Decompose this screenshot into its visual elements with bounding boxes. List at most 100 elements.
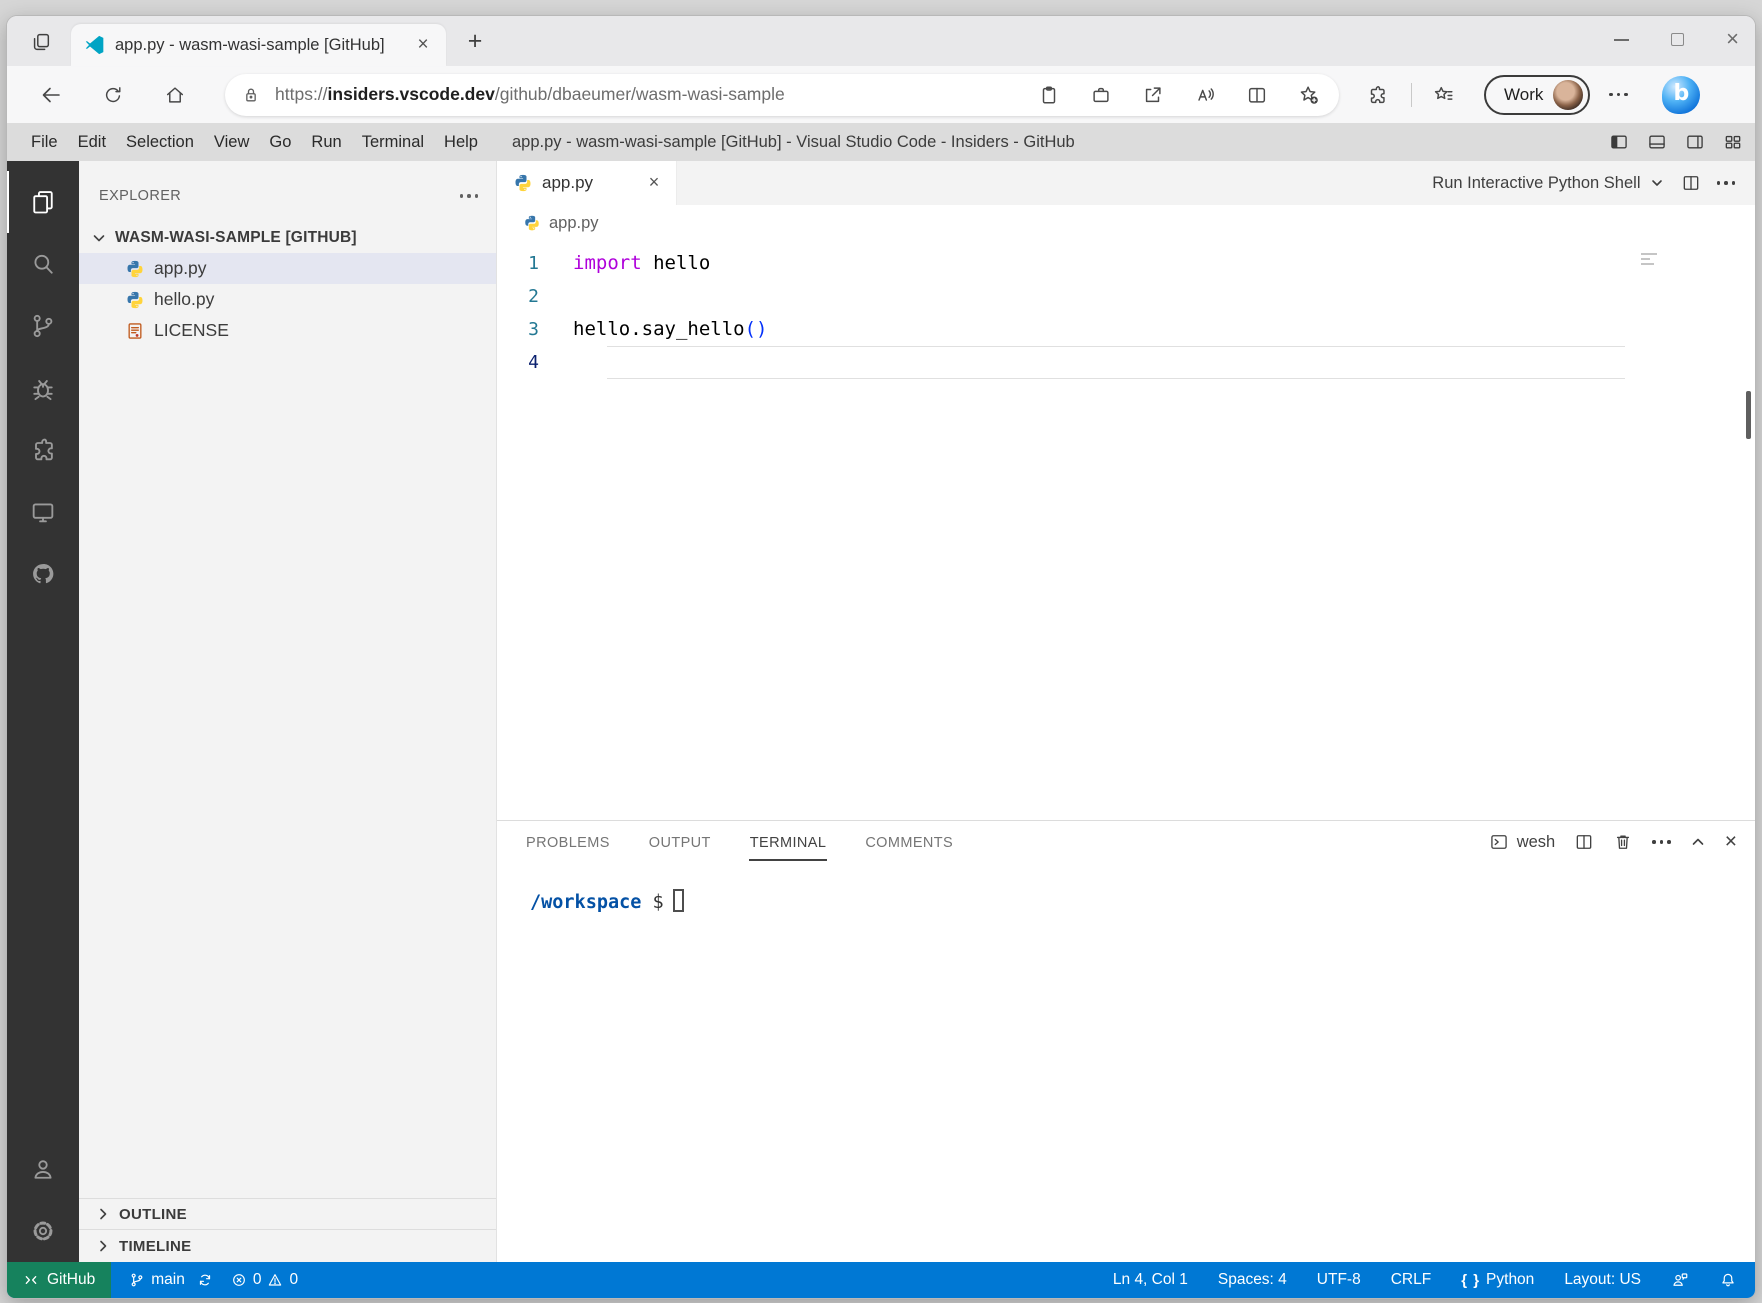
terminal[interactable]: /workspace $	[497, 863, 1755, 1262]
file-row-app-py[interactable]: app.py	[79, 253, 496, 284]
activitybar-accounts[interactable]	[7, 1138, 79, 1200]
menu-terminal[interactable]: Terminal	[352, 127, 434, 157]
explorer-section-header[interactable]: WASM-WASI-SAMPLE [GITHUB]	[79, 223, 496, 253]
home-button[interactable]	[153, 73, 197, 117]
menu-file[interactable]: File	[21, 127, 68, 157]
panel-more-button[interactable]	[1652, 840, 1671, 844]
window-maximize-button[interactable]	[1671, 32, 1685, 46]
toggle-panel-icon[interactable]	[1647, 132, 1667, 152]
profile-label: Work	[1504, 84, 1544, 104]
editor-tab-close-button[interactable]: ×	[642, 171, 666, 195]
window-controls: ×	[1614, 26, 1739, 52]
favorites-bar-button[interactable]	[1422, 73, 1466, 117]
eol-status[interactable]: CRLF	[1391, 1271, 1431, 1289]
address-bar[interactable]: https://insiders.vscode.dev/github/dbaeu…	[225, 73, 1339, 116]
run-shell-action[interactable]: Run Interactive Python Shell	[1432, 174, 1640, 193]
clipboard-button[interactable]	[1029, 76, 1069, 114]
terminal-icon[interactable]	[1489, 832, 1509, 852]
browser-settings-button[interactable]	[1596, 73, 1640, 117]
bing-discover-button[interactable]: b	[1662, 75, 1701, 114]
problems-status[interactable]: 0 0	[231, 1271, 298, 1289]
activitybar-github[interactable]	[7, 543, 79, 605]
tab-output[interactable]: OUTPUT	[648, 823, 712, 861]
kill-terminal-icon[interactable]	[1613, 832, 1633, 852]
timeline-label: TIMELINE	[119, 1237, 192, 1255]
toggle-secondary-sidebar-icon[interactable]	[1685, 132, 1705, 152]
timeline-section[interactable]: TIMELINE	[79, 1229, 496, 1262]
browser-extensions-button[interactable]	[1355, 73, 1399, 117]
profile-button[interactable]: Work	[1484, 74, 1591, 115]
read-aloud-button[interactable]	[1185, 76, 1225, 114]
toolbar-divider	[1411, 82, 1412, 107]
url-text[interactable]: https://insiders.vscode.dev/github/dbaeu…	[275, 84, 1017, 105]
window-minimize-button[interactable]	[1614, 39, 1630, 41]
line-number: 4	[528, 352, 539, 373]
activitybar-settings[interactable]	[7, 1200, 79, 1262]
file-row-license[interactable]: LICENSE	[79, 315, 496, 346]
menu-selection[interactable]: Selection	[116, 127, 204, 157]
split-terminal-icon[interactable]	[1574, 832, 1594, 852]
split-screen-button[interactable]	[1237, 76, 1277, 114]
refresh-button[interactable]	[91, 73, 135, 117]
activitybar-run-debug[interactable]	[7, 357, 79, 419]
status-bar: GitHub main 0 0 Ln 4, Col 1 Spaces: 4 UT…	[7, 1262, 1755, 1298]
menu-edit[interactable]: Edit	[68, 127, 116, 157]
menu-go[interactable]: Go	[259, 127, 301, 157]
menu-view[interactable]: View	[204, 127, 259, 157]
breadcrumbs[interactable]: app.py	[497, 205, 1755, 241]
tab-comments[interactable]: COMMENTS	[864, 823, 954, 861]
editor-tab-app-py[interactable]: app.py ×	[497, 161, 677, 205]
line-number: 3	[528, 319, 539, 340]
explorer-sidebar: EXPLORER WASM-WASI-SAMPLE [GITHUB] app.p…	[79, 161, 497, 1262]
remote-indicator[interactable]: GitHub	[7, 1262, 112, 1298]
chevron-up-icon[interactable]	[1690, 834, 1706, 850]
cursor-position-status[interactable]: Ln 4, Col 1	[1113, 1271, 1188, 1289]
branch-status[interactable]: main	[129, 1271, 213, 1289]
source-control-icon	[33, 314, 53, 338]
outline-section[interactable]: OUTLINE	[79, 1198, 496, 1229]
bell-icon[interactable]	[1719, 1271, 1737, 1289]
tab-terminal[interactable]: TERMINAL	[748, 823, 828, 861]
keyboard-layout-status[interactable]: Layout: US	[1564, 1271, 1641, 1289]
breadcrumb-item[interactable]: app.py	[549, 214, 599, 233]
menu-run[interactable]: Run	[301, 127, 351, 157]
share-button[interactable]	[1133, 76, 1173, 114]
minimap[interactable]	[1641, 253, 1657, 268]
url-domain: insiders.vscode.dev	[327, 84, 495, 104]
feedback-icon[interactable]	[1671, 1271, 1689, 1289]
tab-close-button[interactable]: ×	[410, 32, 436, 58]
browser-tabstrip: app.py - wasm-wasi-sample [GitHub] × + ×	[7, 16, 1755, 66]
workspaces-button[interactable]	[1081, 76, 1121, 114]
sidebar-bottom-sections: OUTLINE TIMELINE	[79, 1198, 496, 1262]
customize-layout-icon[interactable]	[1723, 132, 1743, 152]
error-icon	[232, 1274, 245, 1286]
code-editor[interactable]: 1 import hello 2 3 hello.say_hello() 4	[497, 241, 1755, 820]
new-tab-button[interactable]: +	[458, 25, 492, 59]
explorer-more-button[interactable]	[459, 194, 478, 198]
activitybar-extensions[interactable]	[7, 419, 79, 481]
add-favorite-button[interactable]	[1289, 76, 1329, 114]
menu-help[interactable]: Help	[434, 127, 488, 157]
file-row-hello-py[interactable]: hello.py	[79, 284, 496, 315]
activitybar-source-control[interactable]	[7, 295, 79, 357]
language-status[interactable]: { } Python	[1461, 1271, 1534, 1289]
toggle-sidebar-icon[interactable]	[1609, 132, 1629, 152]
chevron-down-icon[interactable]	[1649, 175, 1665, 191]
browser-tab[interactable]: app.py - wasm-wasi-sample [GitHub] ×	[71, 24, 446, 66]
split-editor-icon[interactable]	[1681, 173, 1701, 193]
activitybar-explorer[interactable]	[7, 171, 79, 233]
editor-more-button[interactable]	[1716, 181, 1735, 185]
close-panel-button[interactable]: ×	[1725, 830, 1737, 854]
back-button[interactable]	[29, 73, 73, 117]
tab-actions-button[interactable]	[21, 22, 61, 62]
terminal-shell-label[interactable]: wesh	[1517, 833, 1556, 852]
indent-status[interactable]: Spaces: 4	[1218, 1271, 1287, 1289]
window-close-button[interactable]: ×	[1726, 28, 1739, 50]
activitybar-search[interactable]	[7, 233, 79, 295]
editor-scrollbar[interactable]	[1746, 391, 1751, 439]
lock-icon	[246, 88, 256, 101]
encoding-status[interactable]: UTF-8	[1317, 1271, 1361, 1289]
account-icon	[34, 1160, 52, 1179]
activitybar-remote-explorer[interactable]	[7, 481, 79, 543]
tab-problems[interactable]: PROBLEMS	[525, 823, 611, 861]
